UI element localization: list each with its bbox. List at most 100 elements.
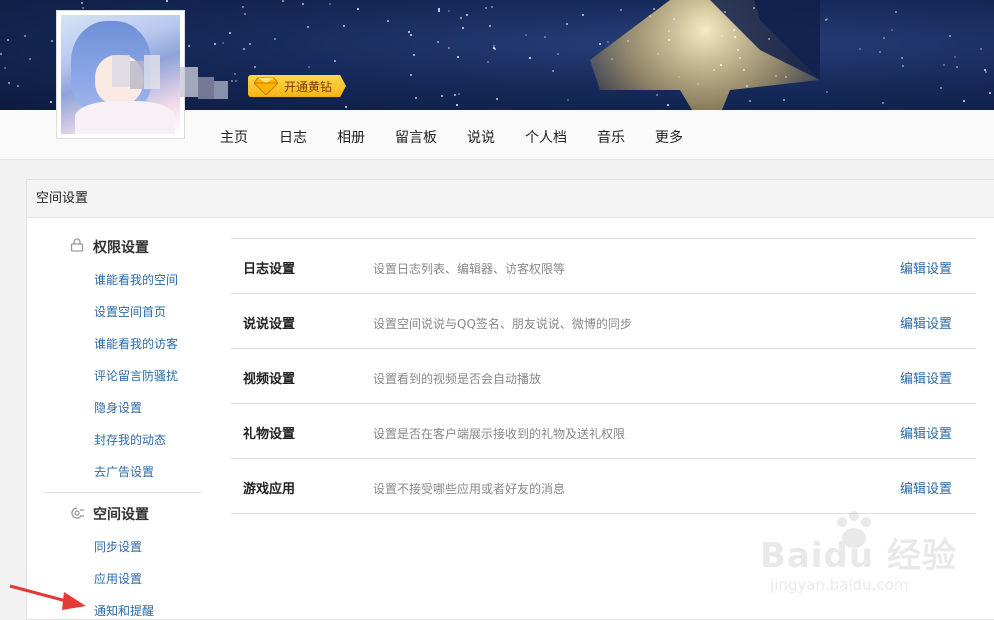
- sparkle: [307, 26, 310, 29]
- sparkle: [16, 84, 19, 87]
- sparkle: [462, 27, 465, 30]
- sparkle: [768, 37, 771, 40]
- sparkle: [437, 8, 440, 11]
- sparkle: [785, 76, 788, 79]
- sparkle: [408, 30, 411, 33]
- row-title: 游戏应用: [243, 482, 296, 497]
- sparkle: [723, 11, 726, 14]
- sparkle: [342, 25, 345, 28]
- sparkle: [720, 34, 723, 37]
- row-description: 设置日志列表、编辑器、访客权限等: [373, 262, 566, 276]
- sidebar-item-invisible[interactable]: 隐身设置: [94, 399, 142, 416]
- sparkle: [447, 9, 450, 12]
- sidebar-item-archive[interactable]: 封存我的动态: [94, 431, 166, 448]
- nav-profile[interactable]: 个人档: [525, 127, 567, 147]
- sparkle: [459, 16, 462, 19]
- vip-button-label: 开通黄钻: [284, 79, 333, 94]
- vip-button[interactable]: 开通黄钻: [248, 75, 346, 97]
- sparkle: [51, 39, 54, 42]
- sparkle: [23, 34, 26, 37]
- sparkle: [900, 57, 903, 60]
- sparkle: [557, 52, 560, 55]
- edit-settings-link[interactable]: 编辑设置: [900, 478, 952, 497]
- sparkle: [333, 60, 336, 63]
- sparkle: [894, 11, 897, 14]
- sparkle: [712, 69, 715, 72]
- settings-row-video: 视频设置 设置看到的视频是否会自动播放 编辑设置: [231, 348, 976, 403]
- sidebar-item-apps[interactable]: 应用设置: [94, 570, 142, 587]
- row-title: 说说设置: [243, 317, 296, 332]
- sidebar-item-notifications[interactable]: 通知和提醒: [94, 602, 154, 619]
- panel-title: 空间设置: [27, 180, 994, 218]
- edit-settings-link[interactable]: 编辑设置: [900, 313, 952, 332]
- settings-row-games: 游戏应用 设置不接受哪些应用或者好友的消息 编辑设置: [231, 458, 976, 513]
- nav-music[interactable]: 音乐: [597, 127, 625, 147]
- sparkle: [656, 93, 659, 96]
- sparkle: [491, 5, 494, 8]
- sparkle: [410, 33, 413, 36]
- sparkle: [242, 5, 245, 8]
- sparkle: [282, 0, 285, 2]
- sparkle: [737, 49, 740, 52]
- sidebar-divider: [45, 492, 201, 493]
- sidebar-item-sync[interactable]: 同步设置: [94, 538, 142, 555]
- sparkle: [825, 91, 828, 94]
- sparkle: [742, 69, 745, 72]
- nav-album[interactable]: 相册: [337, 127, 365, 147]
- edit-settings-link[interactable]: 编辑设置: [900, 368, 952, 387]
- sparkle: [667, 30, 670, 33]
- sparkle: [49, 101, 52, 104]
- sparkle: [487, 60, 490, 63]
- sparkle: [599, 43, 602, 46]
- sparkle: [524, 34, 527, 36]
- row-title: 视频设置: [243, 372, 296, 387]
- edit-settings-link[interactable]: 编辑设置: [900, 258, 952, 277]
- sidebar-item-who-can-view[interactable]: 谁能看我的空间: [94, 271, 178, 288]
- sparkle: [551, 70, 554, 73]
- sparkle: [489, 24, 492, 27]
- sparkle: [988, 91, 991, 94]
- sparkle: [188, 45, 190, 48]
- sparkle: [666, 103, 669, 106]
- sidebar-group-permissions: 权限设置: [93, 240, 149, 256]
- sparkle: [738, 56, 741, 59]
- nav-moments[interactable]: 说说: [467, 127, 495, 147]
- lock-icon: [70, 238, 84, 252]
- nav-message-board[interactable]: 留言板: [395, 127, 437, 147]
- sparkle: [902, 64, 905, 67]
- sidebar-group-space-settings: 空间设置: [93, 507, 149, 523]
- nav-more[interactable]: 更多: [655, 127, 683, 147]
- sidebar-item-homepage[interactable]: 设置空间首页: [94, 303, 166, 320]
- sparkle: [302, 3, 305, 6]
- sparkle: [6, 38, 9, 41]
- username-blurred: [112, 55, 237, 101]
- sparkle: [566, 98, 569, 101]
- sparkle: [213, 42, 216, 45]
- edit-settings-link[interactable]: 编辑设置: [900, 423, 952, 442]
- sidebar-item-anti-harass[interactable]: 评论留言防骚扰: [94, 367, 178, 384]
- sparkle: [344, 105, 347, 108]
- nav-home[interactable]: 主页: [220, 127, 248, 147]
- sparkle: [746, 84, 749, 87]
- sparkle: [242, 47, 245, 50]
- sparkle: [543, 35, 546, 38]
- nav-blog[interactable]: 日志: [279, 127, 307, 147]
- sparkle: [620, 9, 623, 12]
- sidebar-item-visitors[interactable]: 谁能看我的访客: [94, 335, 178, 352]
- row-description: 设置是否在客户端展示接收到的礼物及送礼权限: [373, 427, 626, 441]
- watermark-main: Baidu 经验: [760, 536, 957, 576]
- sparkle: [979, 48, 982, 51]
- sparkle: [243, 13, 246, 16]
- sparkle: [749, 99, 752, 102]
- sparkle: [8, 81, 11, 84]
- sparkle: [414, 96, 417, 99]
- sparkle: [955, 65, 958, 68]
- sidebar-item-ads[interactable]: 去广告设置: [94, 463, 154, 480]
- sparkle: [409, 73, 412, 76]
- sparkle: [984, 71, 987, 74]
- settings-row-moments: 说说设置 设置空间说说与QQ签名、朋友说说、微博的同步 编辑设置: [231, 293, 976, 348]
- sparkle: [565, 23, 568, 26]
- gear-icon: [71, 507, 84, 519]
- sparkle: [436, 40, 439, 43]
- sparkle: [495, 97, 498, 100]
